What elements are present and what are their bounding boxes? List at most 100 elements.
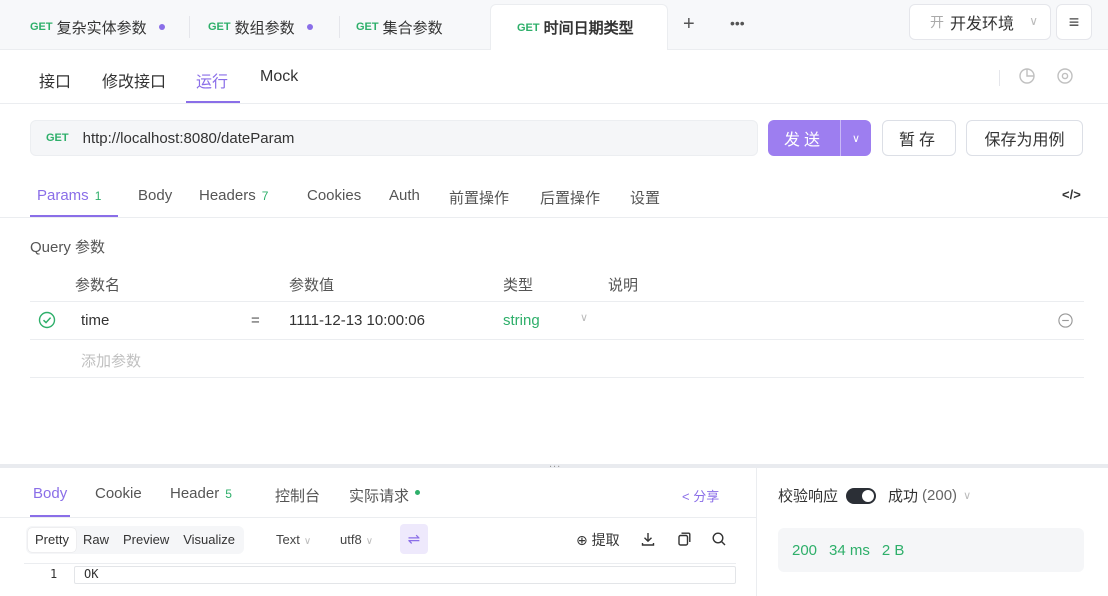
column-header-value: 参数值 — [289, 277, 335, 294]
method-label: GET — [30, 21, 53, 33]
tab-body[interactable]: Body — [138, 187, 172, 204]
search-icon[interactable] — [711, 531, 727, 547]
param-value[interactable]: 1111-12-13 10:00:06 — [289, 312, 425, 329]
validation-result[interactable]: 成功 — [888, 485, 918, 506]
validation-code[interactable]: (200) — [922, 487, 957, 504]
response-tabs: Body Cookie Header 5 控制台 实际请求 < 分享 — [0, 468, 756, 518]
encoding-select[interactable]: utf8 ∨ — [340, 532, 373, 547]
download-icon[interactable] — [640, 531, 656, 547]
hamburger-icon[interactable]: ≡ — [1056, 4, 1092, 40]
table-header: 参数名 参数值 类型 说明 — [30, 266, 1084, 302]
tab-response-cookie[interactable]: Cookie — [95, 485, 142, 502]
env-label: 开发环境 — [950, 16, 1015, 33]
chevron-down-icon[interactable]: ∨ — [963, 489, 971, 502]
tab-datetime-type[interactable]: GET 时间日期类型 — [490, 4, 668, 50]
tab-label: 数组参数 — [234, 19, 295, 37]
tab-collection-param[interactable]: GET 集合参数 — [330, 4, 486, 50]
tab-params[interactable]: Params 1 — [37, 187, 101, 204]
share-label: 分享 — [693, 489, 720, 504]
tab-cookies[interactable]: Cookies — [307, 187, 361, 204]
tab-post-request[interactable]: 后置操作 — [540, 187, 600, 208]
response-size: 2 B — [881, 541, 905, 559]
unsaved-dot — [306, 24, 313, 30]
unsaved-dot — [158, 24, 165, 30]
count-badge: 1 — [94, 189, 102, 203]
active-underline — [186, 101, 240, 103]
column-header-type: 类型 — [503, 277, 534, 294]
pie-chart-icon[interactable] — [1018, 67, 1036, 85]
extract-button[interactable]: ⊕ 提取 — [576, 530, 620, 550]
tab-auth[interactable]: Auth — [389, 187, 420, 204]
chevron-down-icon[interactable]: ∨ — [580, 311, 588, 324]
checkmark-circle-icon[interactable] — [38, 311, 56, 329]
method-label: GET — [517, 21, 540, 34]
save-as-case-button[interactable]: 保存为用例 — [966, 120, 1083, 156]
tab-pre-request[interactable]: 前置操作 — [449, 187, 509, 208]
param-name[interactable]: time — [81, 312, 109, 329]
send-label: 发送 — [783, 132, 824, 149]
word-wrap-icon[interactable]: ⇌ — [400, 524, 428, 554]
send-button[interactable]: 发送 ∨ — [768, 120, 871, 156]
divider — [756, 468, 757, 596]
chevron-down-icon[interactable]: ∨ — [841, 132, 871, 145]
settings-icon[interactable] — [1056, 67, 1074, 85]
tab-response-body[interactable]: Body — [33, 485, 67, 502]
tab-label: 实际请求 — [349, 488, 410, 505]
column-header-description: 说明 — [608, 277, 639, 294]
copy-icon[interactable] — [676, 531, 692, 547]
method-label: GET — [208, 21, 231, 33]
validate-toggle[interactable] — [846, 487, 877, 504]
response-metrics: 200 34 ms 2 B — [778, 528, 1084, 572]
active-underline — [30, 215, 118, 217]
response-body-text: OK — [84, 567, 99, 581]
share-button[interactable]: < 分享 — [682, 486, 719, 505]
tab-label: 时间日期类型 — [543, 20, 634, 37]
format-raw[interactable]: Raw — [76, 528, 116, 552]
format-preview[interactable]: Preview — [116, 528, 176, 552]
subnav-item-run[interactable]: 运行 — [196, 68, 228, 92]
tab-response-header[interactable]: Header 5 — [170, 485, 232, 502]
tab-settings[interactable]: 设置 — [630, 187, 660, 208]
tab-headers[interactable]: Headers 7 — [199, 187, 268, 204]
extract-icon: ⊕ — [576, 532, 588, 548]
param-type[interactable]: string — [503, 312, 540, 329]
save-draft-button[interactable]: 暂存 — [882, 120, 956, 156]
language-label: Text — [276, 532, 300, 547]
params-table: 参数名 参数值 类型 说明 time = 1111-12-13 10:00:06… — [30, 266, 1084, 378]
query-params-title: Query 参数 — [30, 239, 106, 256]
code-line-highlight — [74, 566, 736, 584]
format-pretty[interactable]: Pretty — [28, 528, 76, 552]
method-label: GET — [46, 132, 69, 144]
tab-complex-entity[interactable]: GET 复杂实体参数 — [4, 4, 190, 50]
status-dot — [415, 490, 421, 495]
tab-bar: GET 复杂实体参数 GET 数组参数 GET 集合参数 GET 时间日期类型 … — [0, 0, 1108, 50]
url-input[interactable]: GET http://localhost:8080/dateParam — [30, 120, 758, 156]
remove-circle-icon[interactable] — [1057, 312, 1074, 329]
share-icon: < — [682, 489, 690, 504]
language-select[interactable]: Text ∨ — [276, 532, 311, 547]
divider — [999, 70, 1000, 86]
encoding-label: utf8 — [340, 532, 362, 547]
subnav-item-api[interactable]: 接口 — [39, 68, 71, 92]
tab-console[interactable]: 控制台 — [275, 485, 320, 506]
environment-select[interactable]: 开 开发环境 ∨ — [909, 4, 1051, 40]
chevron-down-icon: ∨ — [303, 536, 312, 547]
response-body-viewer[interactable]: 1 OK — [24, 563, 736, 596]
code-icon[interactable]: </> — [1062, 187, 1081, 202]
validate-label: 校验响应 — [778, 488, 839, 505]
add-param-row[interactable]: 添加参数 — [30, 340, 1084, 378]
equals-sign: = — [251, 312, 260, 329]
ellipsis-icon[interactable]: ••• — [730, 15, 745, 31]
plus-icon[interactable]: + — [683, 13, 695, 36]
subnav-item-edit-api[interactable]: 修改接口 — [102, 68, 166, 92]
status-code: 200 — [792, 541, 818, 559]
validation-row: 校验响应 成功 (200) ∨ — [778, 485, 971, 506]
add-param-placeholder[interactable]: 添加参数 — [81, 350, 141, 371]
sub-nav: 接口 修改接口 运行 Mock — [0, 50, 1108, 104]
subnav-item-mock[interactable]: Mock — [260, 68, 298, 86]
format-visualize[interactable]: Visualize — [176, 528, 242, 552]
count-badge: 7 — [261, 189, 269, 203]
tab-array-param[interactable]: GET 数组参数 — [182, 4, 340, 50]
tab-actual-request[interactable]: 实际请求 — [349, 485, 421, 506]
line-number: 1 — [50, 567, 58, 581]
